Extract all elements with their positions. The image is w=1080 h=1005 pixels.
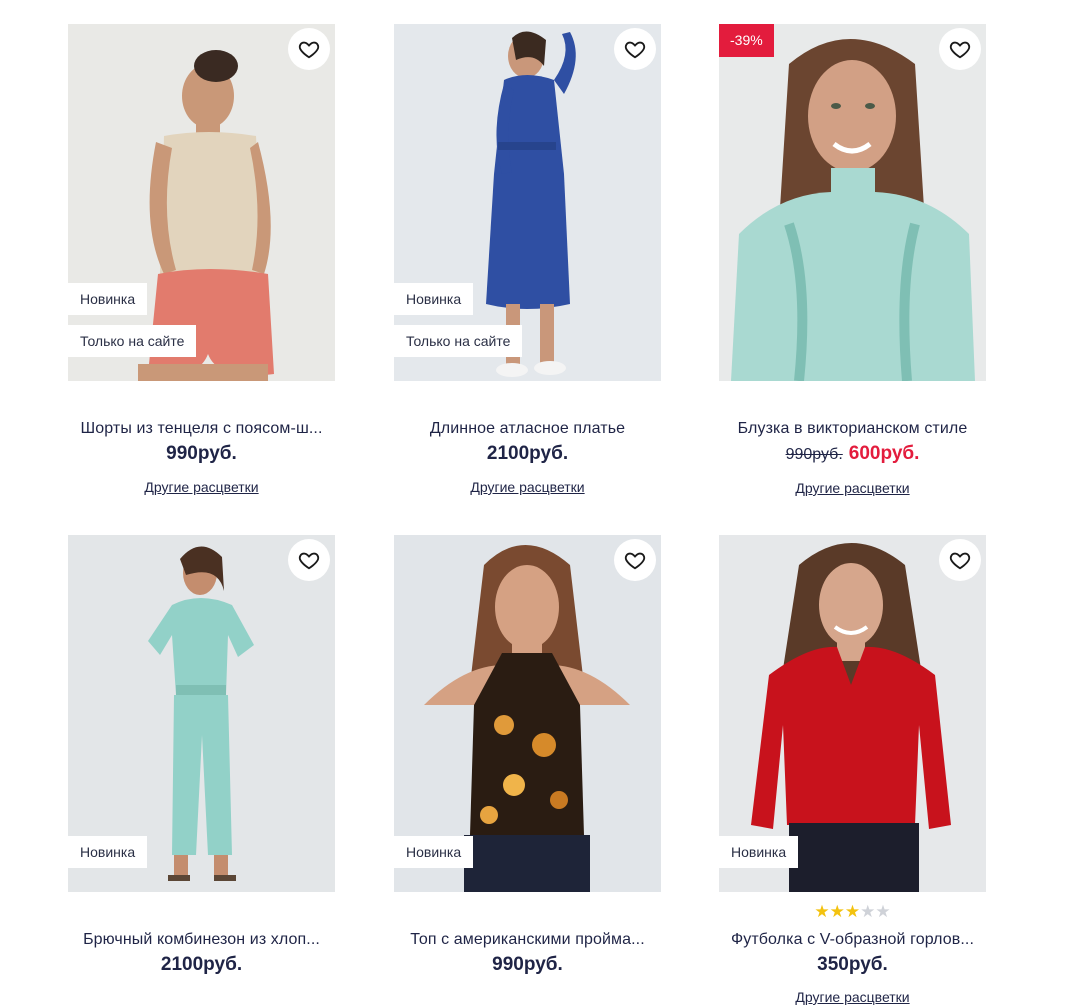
new-badge: Новинка [719, 836, 799, 868]
heart-outline-icon [298, 41, 320, 59]
other-colors-link[interactable]: Другие расцветки [394, 479, 661, 495]
product-price: 350руб. [817, 954, 888, 975]
online-only-badge: Только на сайте [394, 325, 523, 357]
product-title[interactable]: Топ с американскими пройма... [394, 931, 661, 949]
discount-badge: -39% [719, 24, 774, 57]
favorite-button[interactable] [614, 28, 656, 70]
other-colors-link[interactable]: Другие расцветки [719, 480, 986, 496]
product-title[interactable]: Длинное атласное платье [394, 420, 661, 438]
star-icon: ★ [860, 902, 876, 921]
heart-outline-icon [624, 41, 646, 59]
product-price: 2100руб. [486, 443, 569, 464]
heart-outline-icon [298, 552, 320, 570]
product-price: 2100руб. [160, 954, 243, 975]
favorite-button[interactable] [614, 539, 656, 581]
other-colors-link[interactable]: Другие расцветки [68, 479, 335, 495]
star-icon: ★ [814, 902, 830, 921]
heart-outline-icon [624, 552, 646, 570]
product-photo[interactable]: Новинка Только на сайте [68, 24, 335, 381]
star-icon: ★ [875, 902, 891, 921]
product-price: 990руб. [492, 954, 563, 975]
old-price: 990руб. [785, 446, 843, 463]
sale-price: 600руб. [848, 443, 920, 464]
new-badge: Новинка [394, 836, 474, 868]
other-colors-link[interactable]: Другие расцветки [719, 989, 986, 1005]
favorite-button[interactable] [939, 28, 981, 70]
heart-outline-icon [949, 552, 971, 570]
product-photo[interactable]: -39% [719, 24, 986, 381]
product-photo[interactable]: Новинка [68, 535, 335, 892]
product-price: 990руб. [166, 443, 237, 464]
product-price: 990руб. 600руб. [719, 443, 986, 465]
product-title[interactable]: Блузка в викторианском стиле [719, 420, 986, 438]
favorite-button[interactable] [288, 28, 330, 70]
product-title[interactable]: Футболка с V-образной горлов... [719, 931, 986, 949]
product-title[interactable]: Шорты из тенцеля с поясом-ш... [68, 420, 335, 438]
favorite-button[interactable] [939, 539, 981, 581]
product-photo[interactable]: Новинка Только на сайте [394, 24, 661, 381]
product-image [719, 24, 986, 381]
favorite-button[interactable] [288, 539, 330, 581]
new-badge: Новинка [394, 283, 474, 315]
new-badge: Новинка [68, 836, 148, 868]
product-photo[interactable]: Новинка [394, 535, 661, 892]
product-photo[interactable]: Новинка [719, 535, 986, 892]
rating-stars: ★★★★★ [719, 902, 986, 922]
new-badge: Новинка [68, 283, 148, 315]
star-half-icon: ★ [844, 902, 861, 921]
star-icon: ★ [829, 902, 845, 921]
product-title[interactable]: Брючный комбинезон из хлоп... [68, 931, 335, 949]
online-only-badge: Только на сайте [68, 325, 197, 357]
heart-outline-icon [949, 41, 971, 59]
